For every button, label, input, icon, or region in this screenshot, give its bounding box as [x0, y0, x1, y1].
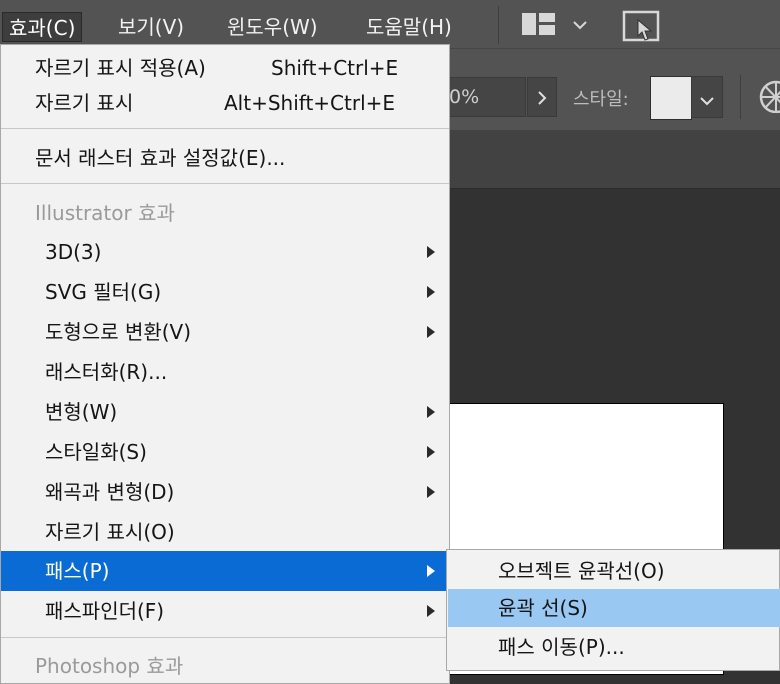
style-dropdown-button[interactable]	[691, 76, 723, 118]
submenu-arrow-icon	[427, 605, 435, 617]
submenu-arrow-icon	[427, 326, 435, 338]
chevron-right-icon	[536, 90, 548, 110]
style-swatch[interactable]	[650, 76, 692, 120]
submenu-arrow-icon	[427, 286, 435, 298]
menu-separator	[1, 183, 449, 184]
menu-effect[interactable]: 효과(C)	[2, 12, 83, 42]
menu-item-label: 패스파인더(F)	[45, 599, 165, 623]
submenu-arrow-icon	[427, 565, 435, 577]
menu-item-label: 래스터화(R)...	[45, 360, 168, 384]
submenu-item-offset-path[interactable]: 패스 이동(P)...	[448, 628, 780, 666]
menu-item-label: 자르기 표시(O)	[45, 520, 175, 544]
opacity-arrow-button[interactable]	[527, 77, 557, 117]
menu-item-label: 자르기 표시 적용(A)	[35, 56, 206, 80]
menu-view[interactable]: 보기(V)	[112, 12, 190, 42]
opacity-field[interactable]: 0%	[444, 77, 526, 117]
chevron-down-icon[interactable]	[572, 16, 588, 35]
submenu-arrow-icon	[427, 246, 435, 258]
submenu-arrow-icon	[427, 446, 435, 458]
menu-item-path[interactable]: 패스(P)	[1, 551, 449, 591]
menu-item-label: Illustrator 효과	[35, 201, 175, 225]
menu-item-label: Photoshop 효과	[35, 654, 184, 678]
menu-bar-divider	[498, 6, 499, 44]
menu-item-label: 패스(P)	[45, 559, 110, 583]
menu-separator	[1, 128, 449, 129]
submenu-arrow-icon	[427, 406, 435, 418]
submenu-item-label: 오브젝트 윤곽선(O)	[498, 559, 665, 583]
menu-item-label: 자르기 표시	[35, 91, 134, 115]
effect-menu: 자르기 표시 적용(A) Shift+Ctrl+E 자르기 표시 Alt+Shi…	[0, 44, 450, 684]
menu-item-label: 문서 래스터 효과 설정값(E)...	[35, 146, 286, 170]
style-label: 스타일:	[573, 89, 629, 110]
menu-item-label: 스타일화(S)	[45, 440, 147, 464]
menu-item-label: 3D(3)	[45, 240, 102, 264]
submenu-item-label: 패스 이동(P)...	[498, 635, 625, 659]
path-submenu: 오브젝트 윤곽선(O) 윤곽 선(S) 패스 이동(P)...	[446, 549, 780, 671]
menu-item-label: 도형으로 변환(V)	[45, 320, 192, 344]
menu-window[interactable]: 윈도우(W)	[221, 12, 324, 42]
control-bar-divider	[740, 75, 741, 119]
menu-item-label: 변형(W)	[45, 400, 118, 424]
chevron-down-icon	[699, 92, 715, 111]
workspace-layout-icon[interactable]	[521, 12, 557, 40]
menu-help[interactable]: 도움말(H)	[360, 12, 458, 42]
submenu-item-label: 윤곽 선(S)	[498, 596, 588, 620]
touch-workspace-icon[interactable]	[622, 10, 662, 48]
recolor-artwork-icon[interactable]	[756, 79, 780, 117]
menu-item-label: SVG 필터(G)	[45, 280, 162, 304]
menu-item-shortcut: Alt+Shift+Ctrl+E	[224, 91, 396, 115]
submenu-item-outline-stroke[interactable]: 윤곽 선(S)	[448, 589, 780, 627]
menu-separator	[1, 637, 449, 638]
menu-bar: 효과(C) 보기(V) 윈도우(W) 도움말(H)	[0, 0, 780, 48]
submenu-arrow-icon	[427, 486, 435, 498]
submenu-item-outline-object[interactable]: 오브젝트 윤곽선(O)	[448, 552, 780, 590]
menu-item-label: 왜곡과 변형(D)	[45, 480, 175, 504]
menu-item-shortcut: Shift+Ctrl+E	[271, 56, 399, 80]
